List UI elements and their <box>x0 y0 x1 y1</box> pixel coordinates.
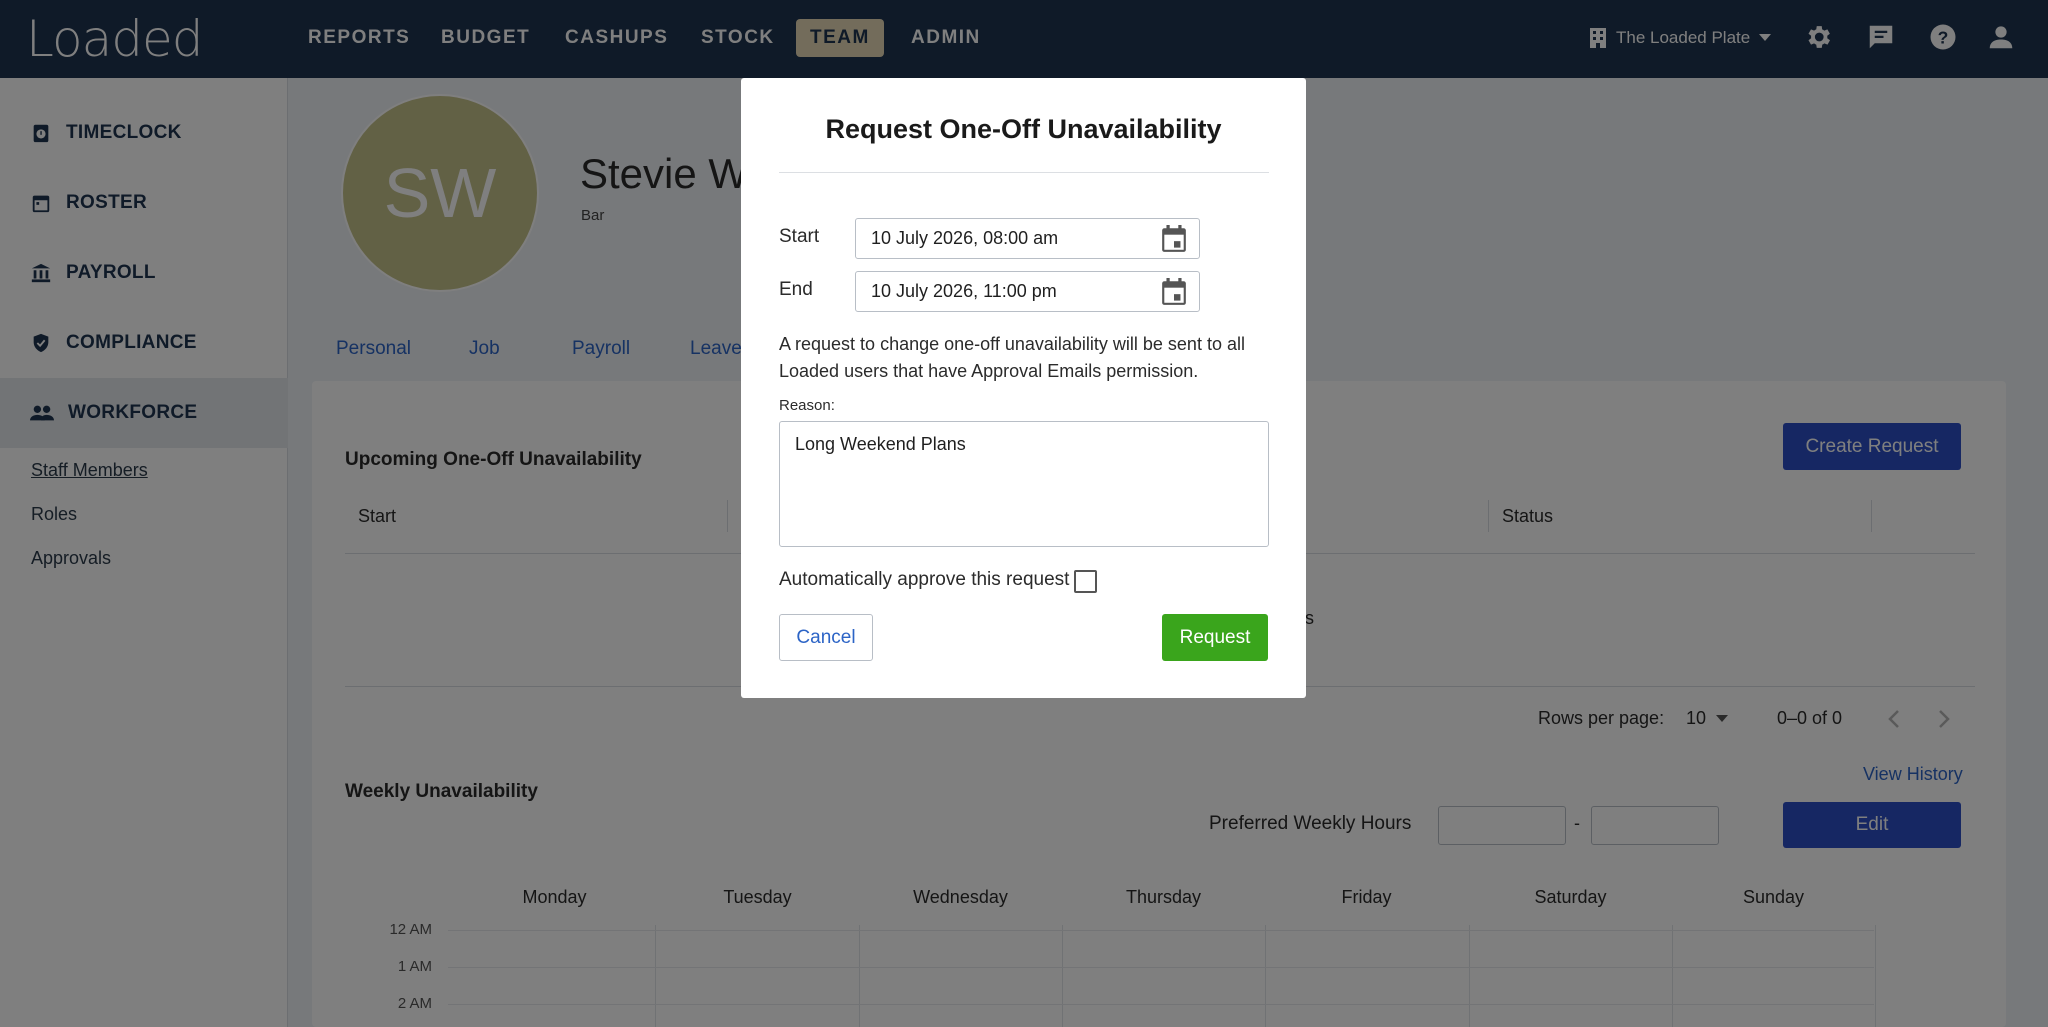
cancel-button[interactable]: Cancel <box>779 614 873 661</box>
reason-label: Reason: <box>779 397 835 414</box>
approval-info-text: A request to change one-off unavailabili… <box>779 334 1245 381</box>
end-label: End <box>779 279 813 300</box>
start-label: Start <box>779 226 820 247</box>
dialog-title: Request One-Off Unavailability <box>825 114 1222 144</box>
request-button[interactable]: Request <box>1162 614 1268 661</box>
start-date-value: 10 July 2026, 08:00 am <box>871 228 1059 248</box>
end-date-field[interactable]: 10 July 2026, 11:00 pm <box>855 271 1200 312</box>
auto-approve-checkbox[interactable] <box>1074 570 1097 593</box>
calendar-icon[interactable] <box>1161 278 1187 306</box>
dialog-divider <box>779 172 1269 173</box>
end-date-value: 10 July 2026, 11:00 pm <box>871 281 1057 301</box>
start-date-field[interactable]: 10 July 2026, 08:00 am <box>855 218 1200 259</box>
calendar-icon[interactable] <box>1161 225 1187 253</box>
reason-textarea[interactable]: Long Weekend Plans <box>779 421 1269 547</box>
auto-approve-label: Automatically approve this request <box>779 569 1070 590</box>
request-unavailability-dialog: Request One-Off Unavailability Start 10 … <box>741 78 1306 698</box>
